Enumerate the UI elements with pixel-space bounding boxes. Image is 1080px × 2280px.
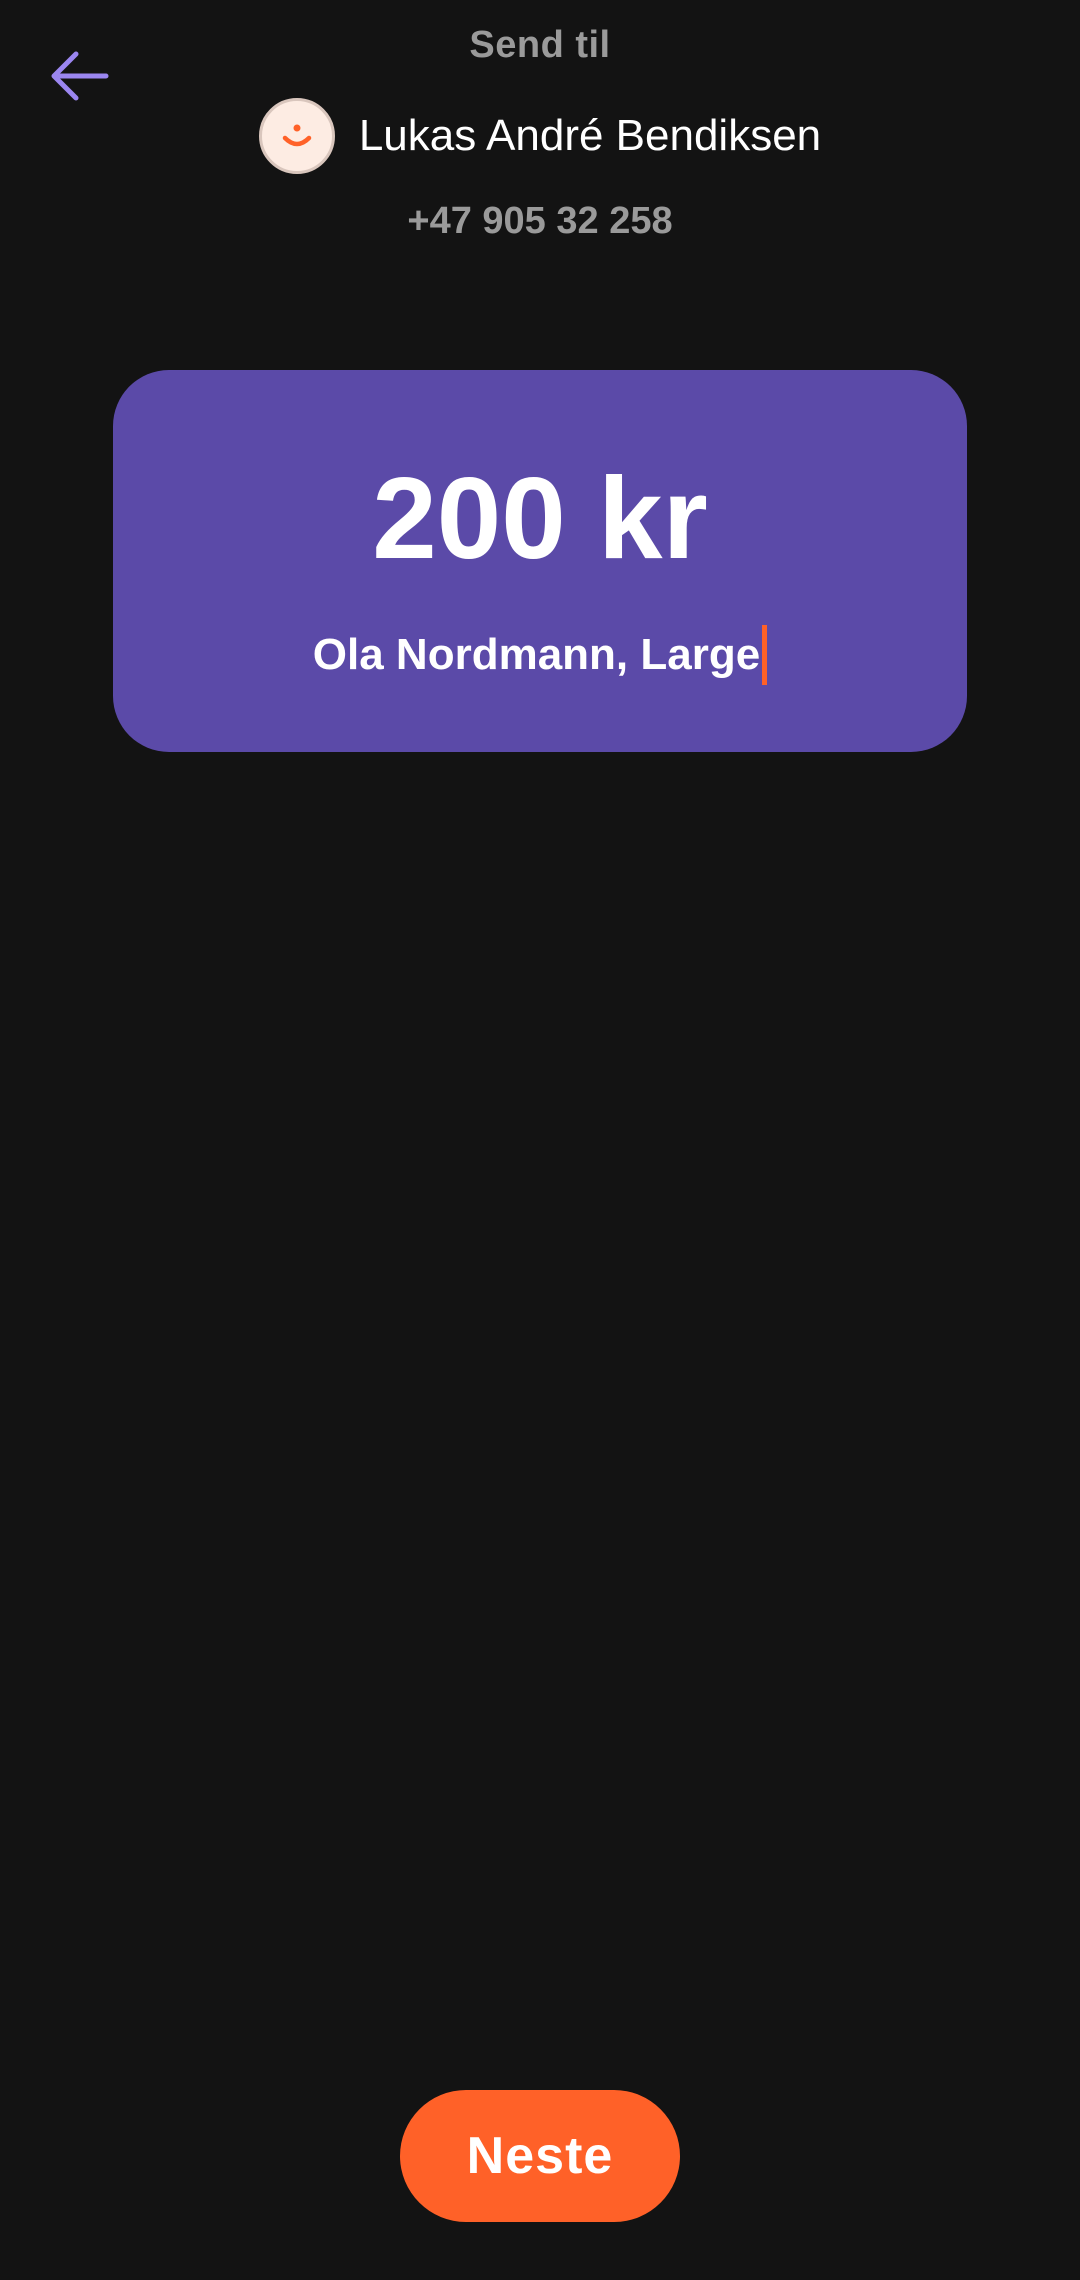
message-text: Ola Nordmann, Large <box>312 630 761 679</box>
avatar <box>258 98 335 174</box>
send-money-screen: Send til Lukas André Bendiksen +47 905 3… <box>0 0 1080 2280</box>
recipient-phone: +47 905 32 258 <box>407 200 673 242</box>
recipient-row: Lukas André Bendiksen <box>0 96 1080 176</box>
smiley-icon <box>282 124 312 147</box>
message-field[interactable]: Ola Nordmann, Large <box>0 624 1080 686</box>
text-cursor <box>762 625 768 685</box>
recipient-name: Lukas André Bendiksen <box>358 111 822 160</box>
page-title: Send til <box>469 24 611 66</box>
next-button[interactable]: Neste <box>400 2090 680 2222</box>
amount-input[interactable]: 200 kr <box>0 450 1080 586</box>
